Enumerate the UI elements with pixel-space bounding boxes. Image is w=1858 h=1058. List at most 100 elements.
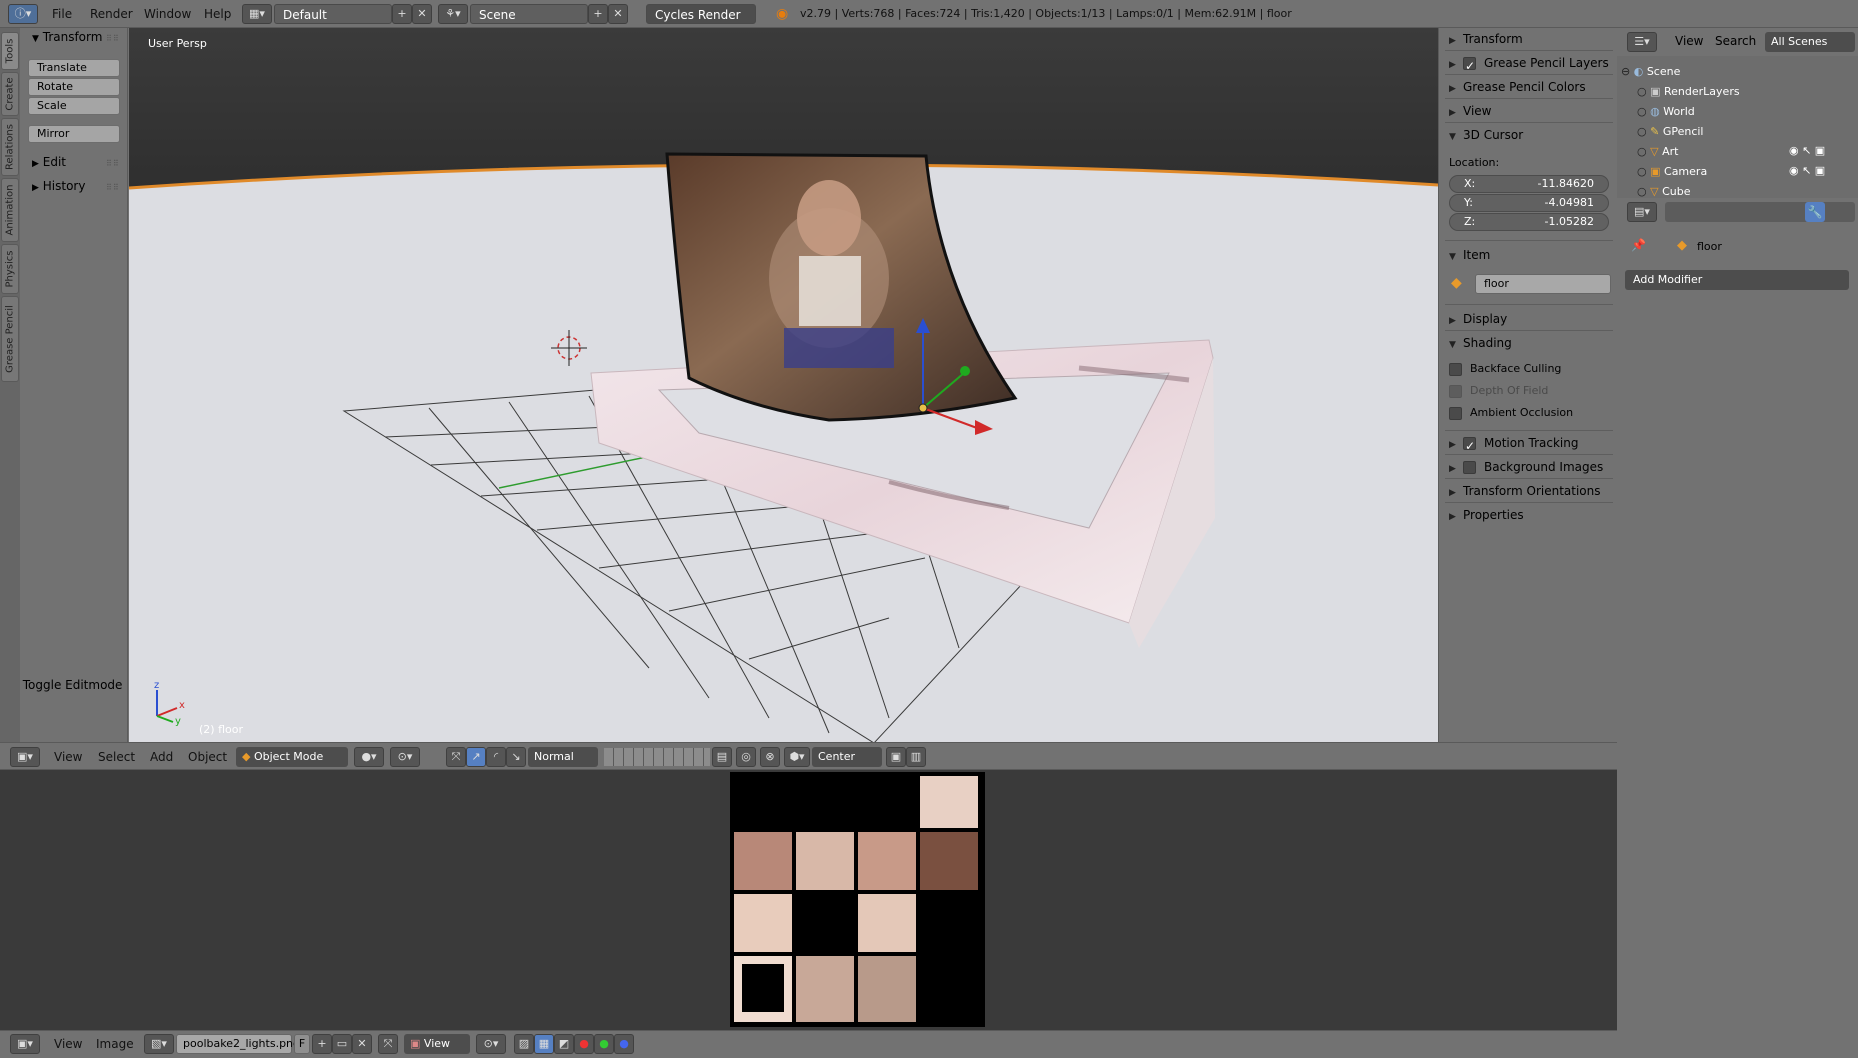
- outliner-row-cube[interactable]: ○ ▽ Cube: [1637, 182, 1858, 198]
- menu-window[interactable]: Window: [144, 0, 191, 28]
- display-blue-icon[interactable]: ●: [614, 1034, 634, 1054]
- display-red-icon[interactable]: ●: [574, 1034, 594, 1054]
- outliner-row-world[interactable]: ○ ◍ World: [1637, 102, 1858, 122]
- display-channels-rgb-icon[interactable]: ▨: [514, 1034, 534, 1054]
- panel-background-images[interactable]: ▶ Background Images: [1449, 456, 1609, 478]
- tab-physics[interactable]: Physics: [1, 244, 19, 294]
- layout-field[interactable]: Default: [274, 4, 392, 24]
- history-panel-header[interactable]: ▶ History: [32, 179, 85, 193]
- tab-grease-pencil[interactable]: Grease Pencil: [1, 296, 19, 382]
- cursor-y-field[interactable]: Y: -4.04981: [1449, 194, 1609, 212]
- panel-shading[interactable]: ▼ Shading: [1449, 332, 1609, 354]
- orientation-select[interactable]: Normal: [528, 747, 598, 767]
- open-image-icon[interactable]: ▭: [332, 1034, 352, 1054]
- menu-render[interactable]: Render: [90, 0, 133, 28]
- snap-icon[interactable]: ⊗: [760, 747, 780, 767]
- menu-view[interactable]: View: [54, 743, 82, 771]
- display-green-icon[interactable]: ●: [594, 1034, 614, 1054]
- panel-item[interactable]: ▼ Item: [1449, 244, 1609, 266]
- lock-layers-icon[interactable]: ▤: [712, 747, 732, 767]
- display-alpha-icon[interactable]: ▦: [534, 1034, 554, 1054]
- panel-grease-pencil-layers[interactable]: ▶Grease Pencil Layers: [1449, 52, 1609, 77]
- remove-scene-icon[interactable]: ✕: [608, 4, 628, 24]
- scale-manipulator-icon[interactable]: ↘: [506, 747, 526, 767]
- tab-create[interactable]: Create: [1, 72, 19, 116]
- item-name-field[interactable]: floor: [1475, 274, 1611, 294]
- pin-icon[interactable]: 📌: [1631, 238, 1646, 252]
- cursor-z-field[interactable]: Z: -1.05282: [1449, 213, 1609, 231]
- rotate-button[interactable]: Rotate: [28, 78, 120, 96]
- backface-culling-toggle[interactable]: Backface Culling: [1449, 358, 1609, 380]
- layers-grid[interactable]: [604, 748, 710, 766]
- pin-image-icon[interactable]: ⤧: [378, 1034, 398, 1054]
- unlink-image-icon[interactable]: ✕: [352, 1034, 372, 1054]
- modifier-tab-wrench-icon[interactable]: 🔧: [1805, 202, 1825, 222]
- panel-3d-cursor[interactable]: ▼ 3D Cursor: [1449, 124, 1609, 146]
- uv-view-mode-select[interactable]: ▣ View: [404, 1034, 470, 1054]
- menu-file[interactable]: File: [52, 0, 72, 28]
- uv-pivot-icon[interactable]: ⊙▾: [476, 1034, 506, 1054]
- panel-transform-orientations[interactable]: ▶ Transform Orientations: [1449, 480, 1609, 502]
- pivot-point-select[interactable]: Center: [812, 747, 882, 767]
- panel-display[interactable]: ▶ Display: [1449, 308, 1609, 330]
- mirror-button[interactable]: Mirror: [28, 125, 120, 143]
- image-name-field[interactable]: poolbake2_lights.png: [176, 1034, 300, 1054]
- add-modifier-select[interactable]: Add Modifier: [1625, 270, 1849, 290]
- depth-of-field-toggle[interactable]: Depth Of Field: [1449, 380, 1609, 402]
- new-image-icon[interactable]: +: [312, 1034, 332, 1054]
- cursor-x-field[interactable]: X: -11.84620: [1449, 175, 1609, 193]
- display-mode-select[interactable]: All Scenes: [1765, 32, 1855, 52]
- menu-object[interactable]: Object: [188, 743, 227, 771]
- panel-view[interactable]: ▶ View: [1449, 100, 1609, 122]
- image-editor-icon[interactable]: ▣▾: [10, 1034, 40, 1054]
- panel-grease-pencil-colors[interactable]: ▶ Grease Pencil Colors: [1449, 76, 1609, 98]
- eye-icon[interactable]: ◉ ↖ ▣: [1789, 164, 1825, 177]
- pivot-icon[interactable]: ⊙▾: [390, 747, 420, 767]
- outliner-row-gpencil[interactable]: ○ ✎ GPencil: [1637, 122, 1858, 142]
- outliner-editor-icon[interactable]: ☰▾: [1627, 32, 1657, 52]
- outliner-row-renderlayers[interactable]: ○ ▣ RenderLayers: [1637, 82, 1858, 102]
- fake-user-toggle[interactable]: F: [294, 1034, 310, 1054]
- toggle-editmode-header[interactable]: ▶ Toggle Editmode: [12, 678, 122, 692]
- screen-layout-icon[interactable]: ▦▾: [242, 4, 272, 24]
- scale-button[interactable]: Scale: [28, 97, 120, 115]
- snap-element-icon[interactable]: ⬢▾: [784, 747, 810, 767]
- outliner-search-menu[interactable]: Search: [1715, 34, 1756, 48]
- outliner-row-scene[interactable]: ⊖ ◐ Scene: [1621, 62, 1851, 82]
- properties-context-tabs[interactable]: [1665, 202, 1855, 222]
- tab-relations[interactable]: Relations: [1, 118, 19, 176]
- menu-help[interactable]: Help: [204, 0, 231, 28]
- 3d-view-editor-icon[interactable]: ▣▾: [10, 747, 40, 767]
- shading-select-icon[interactable]: ●▾: [354, 747, 384, 767]
- render-engine-select[interactable]: Cycles Render: [646, 4, 756, 24]
- info-editor-icon[interactable]: ⓘ▾: [8, 4, 38, 24]
- edit-panel-header[interactable]: ▶ Edit: [32, 155, 66, 169]
- tab-tools[interactable]: Tools: [1, 32, 19, 70]
- menu-image[interactable]: Image: [96, 1031, 134, 1058]
- remove-layout-icon[interactable]: ✕: [412, 4, 432, 24]
- proportional-edit-icon[interactable]: ◎: [736, 747, 756, 767]
- tab-animation[interactable]: Animation: [1, 178, 19, 242]
- menu-uv-view[interactable]: View: [54, 1031, 82, 1058]
- translate-manipulator-icon[interactable]: ↗: [466, 747, 486, 767]
- 3d-viewport[interactable]: User Persp (2) floor z x y: [129, 28, 1438, 742]
- render-snapshot-icon[interactable]: ▣: [886, 747, 906, 767]
- panel-transform[interactable]: ▶ Transform: [1449, 28, 1609, 50]
- image-editor[interactable]: [0, 770, 1617, 1030]
- transform-panel-header[interactable]: ▼ Transform: [32, 30, 102, 44]
- eye-icon[interactable]: ◉ ↖ ▣: [1789, 144, 1825, 157]
- scene-field[interactable]: Scene: [470, 4, 588, 24]
- panel-properties[interactable]: ▶ Properties: [1449, 504, 1609, 526]
- gp-layers-checkbox[interactable]: [1463, 55, 1476, 77]
- display-z-icon[interactable]: ◩: [554, 1034, 574, 1054]
- outliner-view-menu[interactable]: View: [1675, 34, 1703, 48]
- panel-motion-tracking[interactable]: ▶Motion Tracking: [1449, 432, 1609, 457]
- scene-icon[interactable]: ⚘▾: [438, 4, 468, 24]
- menu-select[interactable]: Select: [98, 743, 135, 771]
- rotate-manipulator-icon[interactable]: ◜: [486, 747, 506, 767]
- properties-editor-icon[interactable]: ▤▾: [1627, 202, 1657, 222]
- add-scene-icon[interactable]: +: [588, 4, 608, 24]
- mode-select[interactable]: ◆ Object Mode: [236, 747, 348, 767]
- menu-add[interactable]: Add: [150, 743, 173, 771]
- ambient-occlusion-toggle[interactable]: Ambient Occlusion: [1449, 402, 1609, 424]
